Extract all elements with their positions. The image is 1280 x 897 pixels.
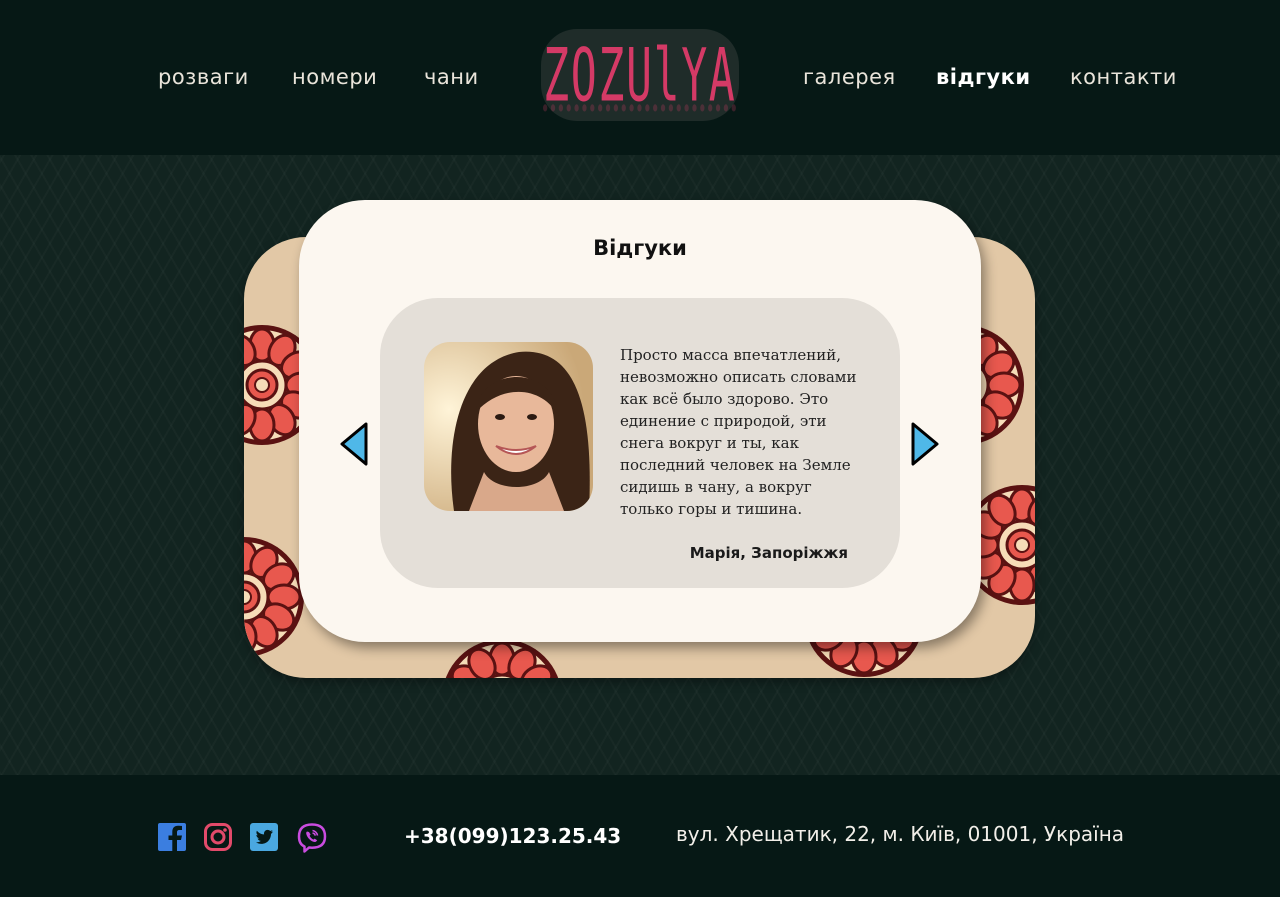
nav-link-reviews[interactable]: відгуки bbox=[936, 62, 1031, 92]
nav-link-rooms[interactable]: номери bbox=[292, 62, 377, 92]
logo-text: ZOZUlYA bbox=[543, 32, 737, 118]
reviews-card: Відгуки Просто масса впечатлений, невозм… bbox=[299, 200, 981, 642]
site-logo[interactable]: ZOZUlYA bbox=[541, 29, 739, 121]
reviewer-avatar bbox=[424, 342, 593, 511]
arrow-left-icon[interactable] bbox=[339, 422, 369, 470]
reviews-title: Відгуки bbox=[593, 236, 687, 260]
site-footer: +38(099)123.25.43 вул. Хрещатик, 22, м. … bbox=[0, 775, 1280, 897]
review-text: Просто масса впечатлений, невозможно опи… bbox=[620, 346, 857, 518]
review-item: Просто масса впечатлений, невозможно опи… bbox=[380, 298, 900, 588]
twitter-icon[interactable] bbox=[249, 822, 279, 852]
address: вул. Хрещатик, 22, м. Київ, 01001, Украї… bbox=[676, 822, 1125, 846]
nav-link-gallery[interactable]: галерея bbox=[803, 62, 896, 92]
facebook-icon[interactable] bbox=[157, 822, 187, 852]
nav-link-tubs[interactable]: чани bbox=[424, 62, 479, 92]
phone-number[interactable]: +38(099)123.25.43 bbox=[404, 824, 621, 848]
arrow-right-icon[interactable] bbox=[910, 422, 940, 470]
viber-icon[interactable] bbox=[296, 822, 327, 853]
review-author: Марія, Запоріжжя bbox=[689, 544, 848, 562]
instagram-icon[interactable] bbox=[203, 822, 233, 852]
nav-link-entertainment[interactable]: розваги bbox=[158, 62, 249, 92]
nav-link-contacts[interactable]: контакти bbox=[1070, 62, 1177, 92]
site-header: розваги номери чани ZOZUlYA галерея відг… bbox=[0, 0, 1280, 155]
